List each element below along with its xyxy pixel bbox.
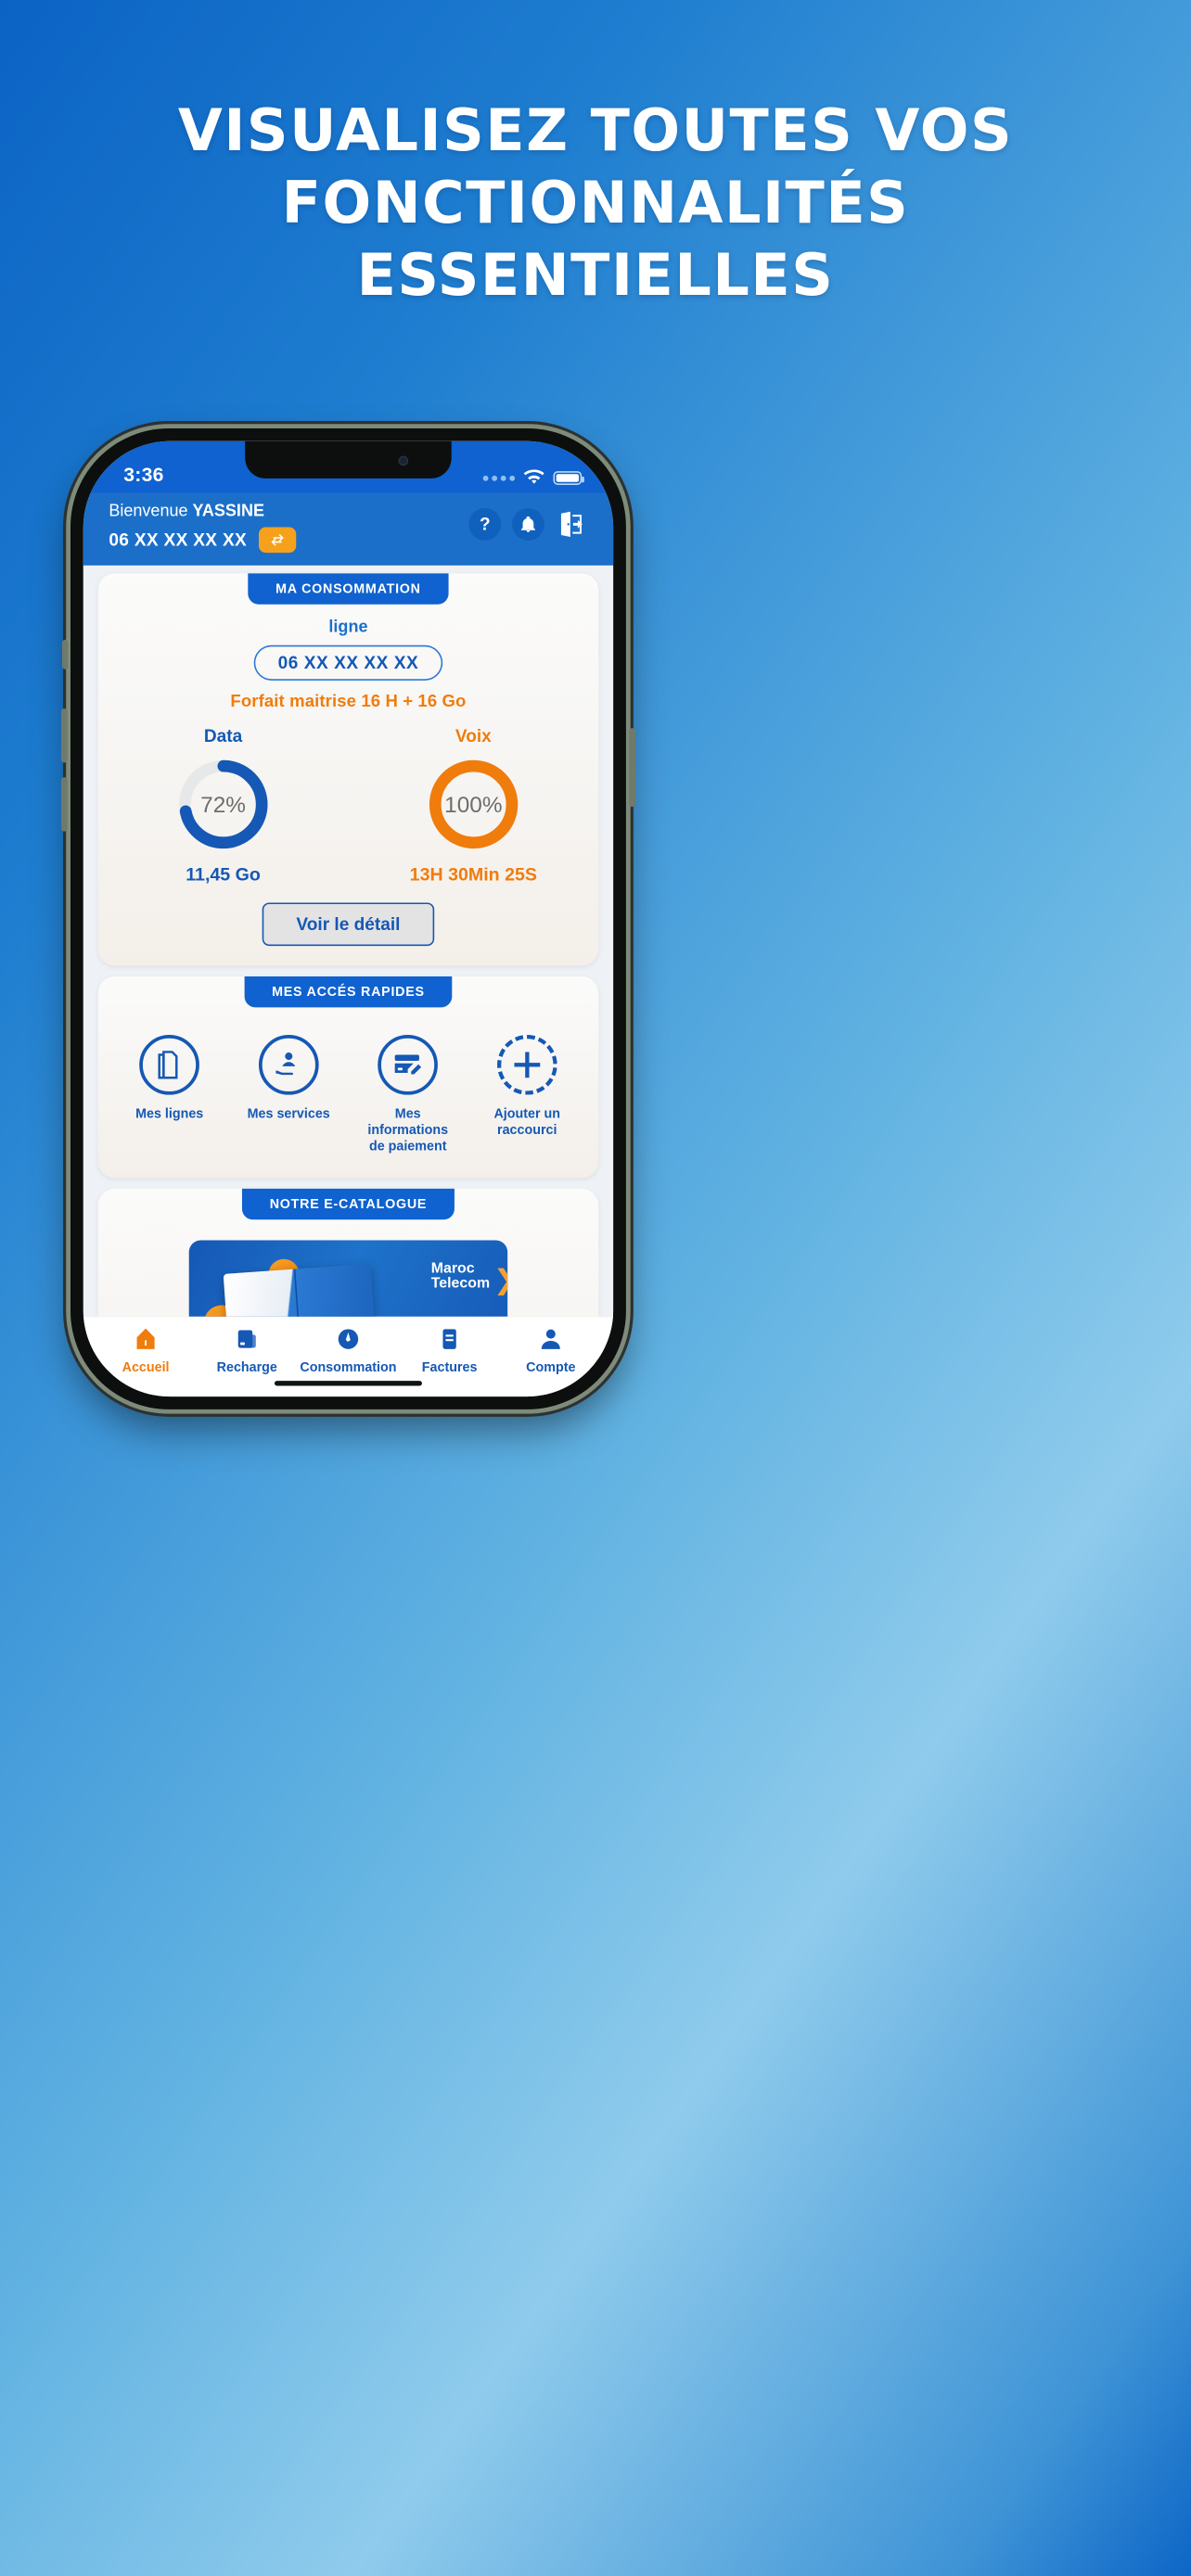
gauge-voice-percent: 100% (444, 791, 503, 818)
sim-cards-icon (158, 1051, 178, 1079)
recharge-card-icon (237, 1330, 256, 1348)
quick-item-mes-services[interactable]: Mes services (239, 1035, 338, 1154)
maroc-telecom-logo: Maroc Telecom ❯ (430, 1259, 507, 1293)
invoice-icon (442, 1329, 456, 1349)
home-indicator (274, 1381, 422, 1386)
hand-services-icon (275, 1052, 296, 1076)
front-camera-icon (398, 455, 409, 466)
home-scroll-content: MA CONSOMMATION ligne 06 XX XX XX XX For… (83, 565, 614, 1317)
gauge-voice-value: 13H 30Min 25S (409, 864, 538, 885)
home-icon (136, 1328, 155, 1349)
welcome-text: Bienvenue YASSINE (109, 501, 468, 520)
tab-label: Compte (526, 1359, 576, 1375)
help-button[interactable]: ? (468, 507, 502, 541)
quick-item-add-shortcut[interactable]: Ajouter un raccourci (478, 1035, 576, 1154)
brand-line-2: Telecom (430, 1274, 491, 1292)
credit-card-edit-icon-wrap (378, 1035, 439, 1095)
headline-line-1: VISUALISEZ TOUTES VOS (177, 96, 1014, 164)
brand-swoosh-icon: ❯ (493, 1266, 507, 1294)
tab-consommation[interactable]: Consommation (298, 1326, 399, 1375)
battery-icon (553, 471, 584, 485)
headline-line-2: FONCTIONNALITÉS (281, 169, 910, 236)
plus-icon (514, 1052, 541, 1078)
promo-headline: VISUALISEZ TOUTES VOS FONCTIONNALITÉS ES… (0, 102, 1191, 319)
catalogue-booklet-image (223, 1263, 378, 1317)
gauge-icon (338, 1329, 359, 1349)
phone-notch (245, 440, 452, 479)
quick-item-label: Mes lignes (135, 1105, 204, 1121)
headline-line-3: ESSENTIELLES (356, 241, 835, 309)
tab-accueil[interactable]: Accueil (96, 1326, 197, 1375)
user-name: YASSINE (192, 501, 264, 520)
bell-icon (520, 516, 535, 532)
wifi-icon (523, 469, 544, 484)
signal-dots-icon (482, 475, 516, 481)
phone-power-button (629, 728, 635, 808)
phone-mockup: 3:36 Bienvenue YASSINE 06 XX XX XX XX ? … (60, 428, 635, 1409)
quick-item-label: Mes services (247, 1105, 330, 1121)
gauge-data-ring: 72% (174, 755, 273, 853)
credit-card-edit-icon (394, 1054, 422, 1075)
gauge-voice-ring: 100% (424, 755, 522, 853)
tab-label: Factures (421, 1359, 478, 1375)
logout-icon (560, 511, 583, 537)
gauge-voice: Voix 100% 13H 30Min 25S (348, 726, 598, 886)
catalogue-card: NOTRE E-CATALOGUE ACHETER Maroc Telecom … (97, 1188, 599, 1317)
line-label: ligne (328, 617, 368, 636)
tab-label: Recharge (216, 1359, 277, 1375)
quick-item-label: Mes informations de paiement (367, 1105, 449, 1154)
swap-arrows-icon (271, 534, 284, 546)
phone-volume-down-button (60, 777, 68, 832)
notifications-button[interactable] (511, 507, 544, 541)
quick-access-title: MES ACCÉS RAPIDES (244, 976, 453, 1008)
gauges-row: Data 72% 11,45 Go Voix 100% 13H 30Min 25… (98, 726, 599, 886)
quick-access-card: MES ACCÉS RAPIDES Mes lignes Mes service… (97, 976, 599, 1179)
status-time: 3:36 (123, 464, 164, 487)
catalogue-title: NOTRE E-CATALOGUE (242, 1188, 455, 1220)
gauge-voice-label: Voix (455, 725, 492, 746)
quick-item-label: Ajouter un raccourci (493, 1105, 561, 1138)
catalogue-banner[interactable]: ACHETER Maroc Telecom ❯ E-CATALOGUE Maro… (188, 1240, 508, 1317)
phone-mute-switch (61, 639, 69, 670)
phone-volume-up-button (60, 708, 68, 763)
swap-line-button[interactable] (258, 527, 297, 554)
quick-item-mes-lignes[interactable]: Mes lignes (121, 1035, 219, 1154)
gauge-data-value: 11,45 Go (186, 864, 261, 885)
hand-services-icon-wrap (258, 1035, 319, 1095)
tab-recharge[interactable]: Recharge (197, 1326, 298, 1375)
gauge-data: Data 72% 11,45 Go (98, 726, 349, 886)
consumption-card: MA CONSOMMATION ligne 06 XX XX XX XX For… (97, 573, 599, 966)
header-msisdn: 06 XX XX XX XX (109, 529, 248, 550)
sim-cards-icon-wrap (139, 1035, 199, 1095)
logout-button[interactable] (556, 508, 588, 541)
brand-line-1: Maroc (430, 1259, 475, 1277)
plan-name: Forfait maitrise 16 H + 16 Go (230, 691, 467, 711)
tab-label: Consommation (300, 1359, 397, 1375)
user-icon (541, 1329, 560, 1349)
tab-compte[interactable]: Compte (500, 1326, 601, 1375)
gauge-data-label: Data (203, 725, 243, 746)
plus-icon-wrap (496, 1035, 557, 1095)
quick-item-payment-info[interactable]: Mes informations de paiement (359, 1035, 457, 1154)
tab-factures[interactable]: Factures (399, 1326, 500, 1375)
line-number-selector[interactable]: 06 XX XX XX XX (253, 644, 443, 681)
help-label: ? (479, 514, 491, 534)
consumption-card-title: MA CONSOMMATION (248, 573, 449, 605)
view-detail-button[interactable]: Voir le détail (262, 902, 435, 947)
app-header: Bienvenue YASSINE 06 XX XX XX XX ? (83, 492, 614, 566)
gauge-data-percent: 72% (200, 791, 246, 818)
tab-label: Accueil (122, 1359, 170, 1375)
phone-screen: 3:36 Bienvenue YASSINE 06 XX XX XX XX ? … (83, 440, 614, 1397)
welcome-prefix: Bienvenue (109, 501, 193, 520)
